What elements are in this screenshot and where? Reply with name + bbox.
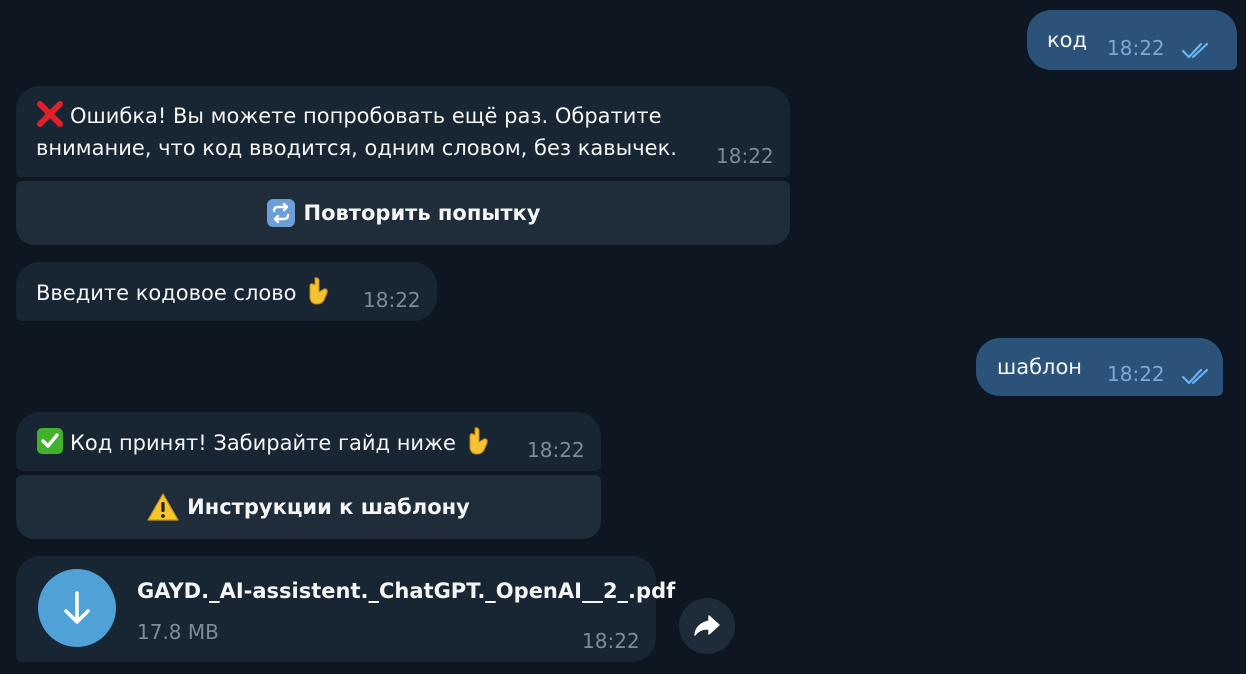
green-check-mark-icon bbox=[37, 428, 63, 454]
message-time: 18:22 bbox=[363, 288, 421, 312]
success-text: Код принят! Забирайте гайд ниже bbox=[70, 431, 456, 455]
share-button[interactable] bbox=[679, 598, 735, 654]
incoming-message-prompt[interactable]: Введите кодовое слово 18:22 bbox=[16, 262, 437, 321]
message-time: 18:22 bbox=[582, 629, 640, 653]
message-text-line-1: Ошибка! Вы можете попробовать ещё раз. О… bbox=[36, 100, 662, 132]
prompt-text: Введите кодовое слово bbox=[36, 281, 297, 305]
incoming-message-error[interactable]: Ошибка! Вы можете попробовать ещё раз. О… bbox=[16, 86, 790, 177]
warning-sign-icon bbox=[147, 493, 179, 521]
message-text: Код принят! Забирайте гайд ниже bbox=[36, 426, 490, 459]
message-time: 18:22 bbox=[1107, 362, 1165, 386]
instructions-button[interactable]: Инструкции к шаблону bbox=[16, 475, 601, 539]
retry-button-label: Повторить попытку bbox=[303, 201, 541, 225]
file-size: 17.8 MB bbox=[137, 620, 219, 644]
outgoing-message-template[interactable]: шаблон 18:22 bbox=[976, 338, 1223, 396]
pointing-down-hand-icon bbox=[309, 277, 329, 305]
double-check-icon bbox=[1181, 368, 1209, 385]
message-time: 18:22 bbox=[716, 144, 774, 168]
retry-button[interactable]: Повторить попытку bbox=[16, 181, 790, 245]
pointing-down-hand-icon bbox=[469, 427, 488, 455]
error-line-1: Ошибка! Вы можете попробовать ещё раз. О… bbox=[70, 104, 662, 128]
message-text: код bbox=[1047, 28, 1088, 52]
message-time: 18:22 bbox=[527, 438, 585, 462]
repeat-arrows-icon bbox=[266, 199, 295, 227]
red-cross-mark-icon bbox=[37, 101, 63, 127]
incoming-message-success[interactable]: Код принят! Забирайте гайд ниже 18:22 bbox=[16, 412, 601, 471]
message-text: шаблон bbox=[997, 355, 1083, 379]
outgoing-message-code[interactable]: код 18:22 bbox=[1027, 10, 1237, 70]
download-arrow-icon bbox=[64, 591, 90, 624]
error-line-2: внимание, что код вводится, одним словом… bbox=[36, 136, 677, 160]
instructions-button-label: Инструкции к шаблону bbox=[187, 495, 470, 519]
incoming-message-file[interactable]: GAYD._AI-assistent._ChatGPT._OpenAI__2_.… bbox=[16, 556, 675, 662]
share-arrow-icon bbox=[694, 615, 720, 636]
message-time: 18:22 bbox=[1107, 36, 1165, 60]
double-check-icon bbox=[1181, 42, 1209, 59]
message-text: Введите кодовое слово bbox=[36, 276, 330, 309]
download-button[interactable] bbox=[38, 569, 116, 647]
file-name[interactable]: GAYD._AI-assistent._ChatGPT._OpenAI__2_.… bbox=[137, 579, 675, 603]
